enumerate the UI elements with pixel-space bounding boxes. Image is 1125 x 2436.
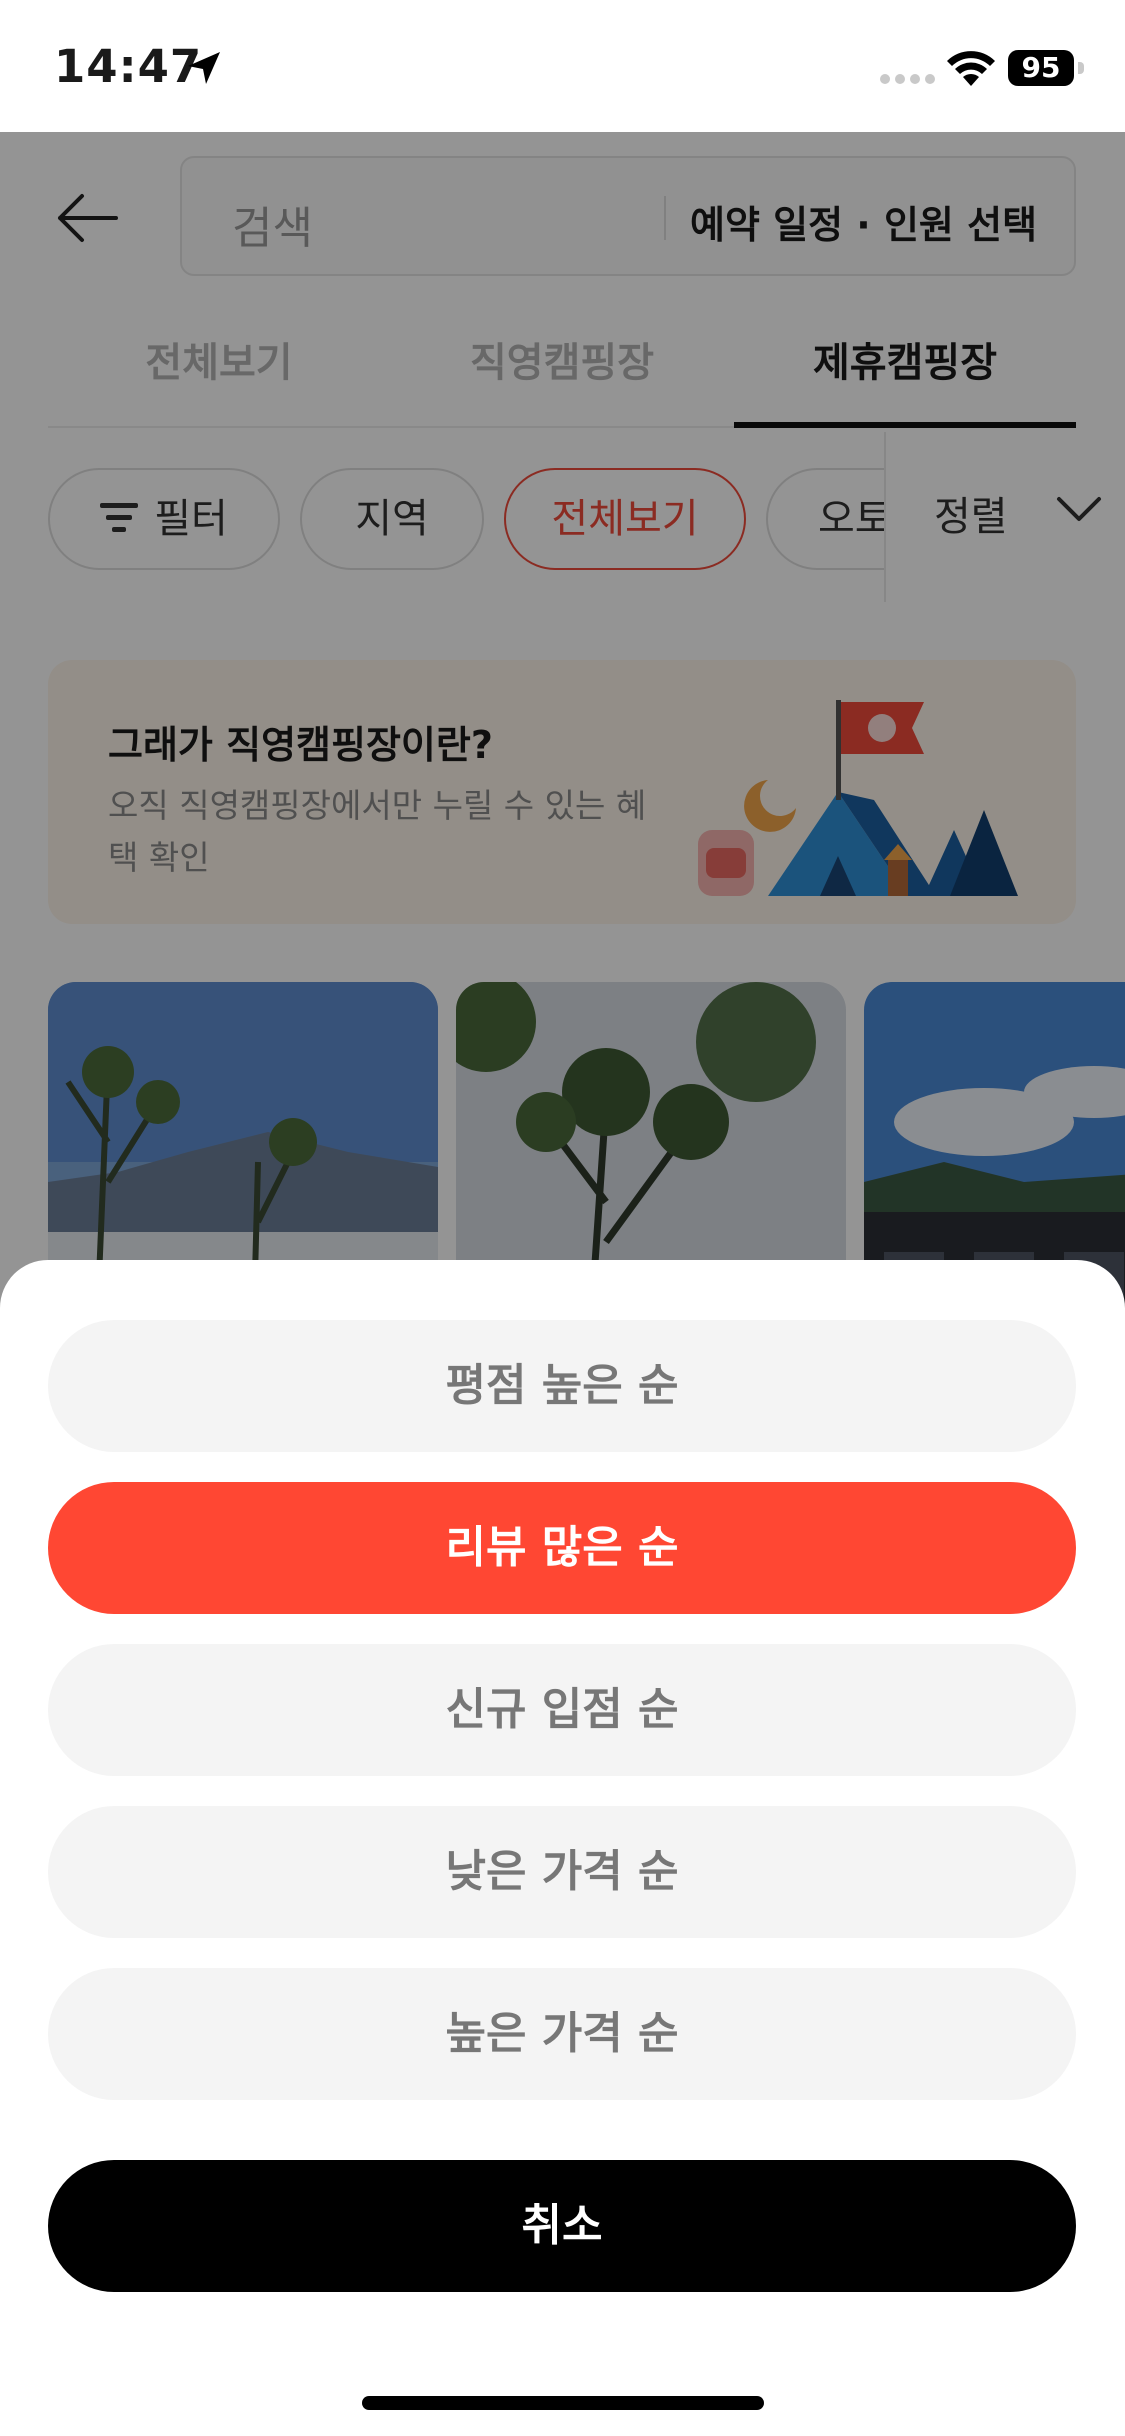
signal-icon (880, 74, 936, 84)
sort-option-price-high[interactable]: 높은 가격 순 (48, 1968, 1076, 2100)
location-arrow-icon (188, 52, 220, 84)
sort-option-price-low[interactable]: 낮은 가격 순 (48, 1806, 1076, 1938)
battery-icon: 95 (1008, 50, 1074, 86)
sort-option-rating-high[interactable]: 평점 높은 순 (48, 1320, 1076, 1452)
battery-cap (1078, 62, 1084, 74)
sort-option-newest[interactable]: 신규 입점 순 (48, 1644, 1076, 1776)
sort-option-most-reviews[interactable]: 리뷰 많은 순 (48, 1482, 1076, 1614)
status-time: 14:47 (54, 40, 203, 93)
cancel-button[interactable]: 취소 (48, 2160, 1076, 2292)
wifi-icon (947, 51, 995, 86)
status-bar: 14:47 95 (0, 0, 1125, 132)
sort-bottom-sheet: 평점 높은 순 리뷰 많은 순 신규 입점 순 낮은 가격 순 높은 가격 순 … (0, 1260, 1125, 2436)
home-indicator[interactable] (362, 2396, 764, 2410)
